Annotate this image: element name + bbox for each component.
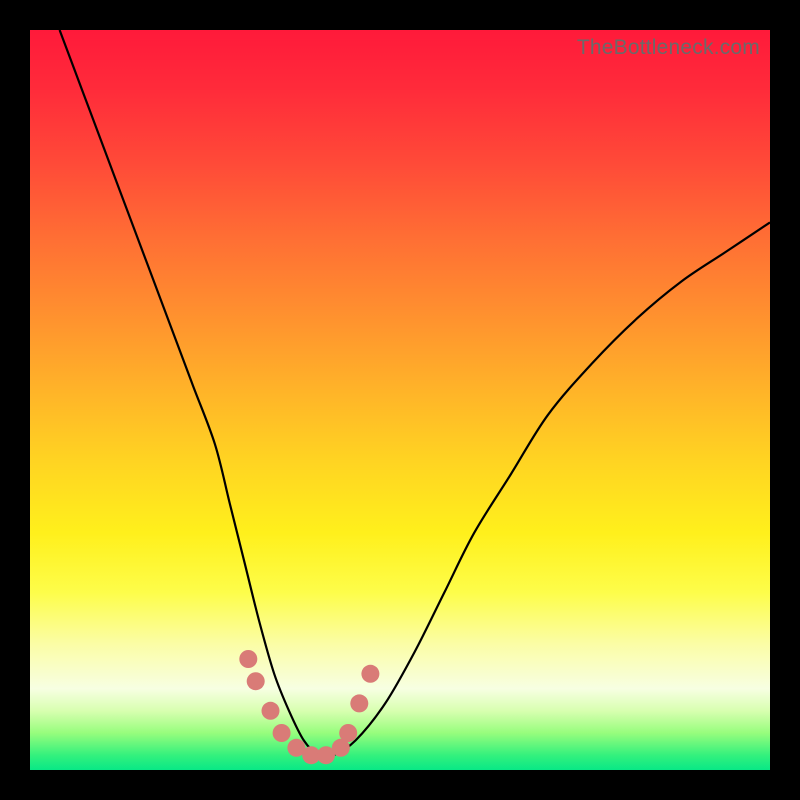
marker-point — [361, 665, 379, 683]
bottleneck-curve — [60, 30, 770, 757]
marker-group — [239, 650, 379, 764]
chart-frame: TheBottleneck.com — [0, 0, 800, 800]
marker-point — [339, 724, 357, 742]
marker-point — [273, 724, 291, 742]
marker-point — [350, 694, 368, 712]
plot-area: TheBottleneck.com — [30, 30, 770, 770]
marker-point — [239, 650, 257, 668]
curve-svg — [30, 30, 770, 770]
marker-point — [262, 702, 280, 720]
marker-point — [247, 672, 265, 690]
